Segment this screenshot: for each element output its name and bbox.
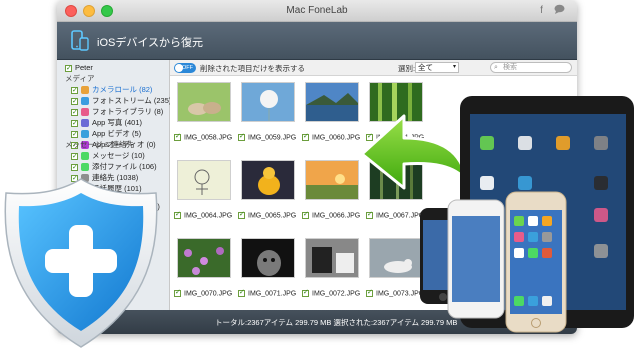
- photo-filename: IMG_0060.JPG: [312, 134, 361, 142]
- photo-thumbnail[interactable]: [241, 160, 295, 200]
- photo-thumbnail[interactable]: [177, 82, 231, 122]
- deleted-only-toggle[interactable]: OFF: [174, 63, 196, 73]
- messages-icon: [81, 152, 89, 161]
- photo-item[interactable]: IMG_0058.JPG: [174, 76, 234, 146]
- photo-caption: IMG_0059.JPG: [238, 132, 304, 142]
- photo-thumbnail[interactable]: [305, 160, 359, 200]
- photo-thumbnail[interactable]: [177, 160, 231, 200]
- device-checkbox[interactable]: [65, 63, 72, 75]
- chat-icon[interactable]: [553, 4, 566, 17]
- photo-checkbox[interactable]: [238, 210, 245, 219]
- filter-label: 選別:: [398, 64, 416, 73]
- photo-filename: IMG_0071.JPG: [248, 290, 297, 298]
- sidebar-item-label: カメラロール (82): [92, 85, 153, 94]
- app-video-icon: [81, 130, 89, 139]
- sidebar-item-label: 添付ファイル (106): [92, 162, 157, 171]
- photo-thumbnail[interactable]: [241, 82, 295, 122]
- photo-filename: IMG_0070.JPG: [184, 290, 233, 298]
- sidebar-item-label: メッセージ (10): [92, 151, 145, 160]
- photo-thumbnail[interactable]: [241, 238, 295, 278]
- photo-item[interactable]: IMG_0065.JPG: [238, 154, 298, 224]
- attachments-icon: [81, 163, 89, 172]
- photo-item[interactable]: IMG_0060.JPG: [302, 76, 362, 146]
- photo-checkbox[interactable]: [174, 288, 181, 297]
- photo-thumbnail[interactable]: [305, 82, 359, 122]
- photo-checkbox[interactable]: [238, 288, 245, 297]
- filter-select-value: 全て: [418, 63, 433, 72]
- photo-caption: IMG_0064.JPG: [174, 210, 240, 220]
- photo-filename: IMG_0072.JPG: [312, 290, 361, 298]
- device-name: Peter: [75, 63, 93, 72]
- search-placeholder: 検索: [503, 64, 517, 71]
- window-title: Mac FoneLab: [286, 5, 348, 16]
- sidebar-item-checkbox[interactable]: [71, 107, 78, 119]
- photo-thumbnail[interactable]: [177, 238, 231, 278]
- ios-devices-illustration: [420, 96, 634, 333]
- show-deleted-label: 削除された項目だけを表示する: [200, 64, 305, 73]
- chevron-down-icon: ▾: [452, 64, 456, 70]
- photo-checkbox[interactable]: [174, 210, 181, 219]
- photo-item[interactable]: IMG_0073.JPG: [366, 232, 426, 302]
- photo-filename: IMG_0067.JPG: [376, 212, 425, 220]
- photo-caption: IMG_0070.JPG: [174, 288, 240, 298]
- photo-filename: IMG_0064.JPG: [184, 212, 233, 220]
- sidebar-item-checkbox[interactable]: [71, 96, 78, 108]
- photo-caption: IMG_0066.JPG: [302, 210, 368, 220]
- facebook-icon[interactable]: f: [535, 4, 548, 17]
- search-input[interactable]: ⌕ 検索: [490, 62, 572, 73]
- photo-item[interactable]: IMG_0059.JPG: [238, 76, 298, 146]
- photo-caption: IMG_0058.JPG: [174, 132, 240, 142]
- photo-item[interactable]: IMG_0072.JPG: [302, 232, 362, 302]
- photo-caption: IMG_0065.JPG: [238, 210, 304, 220]
- camera-roll-icon: [81, 86, 89, 95]
- title-bar: Mac FoneLab f: [57, 0, 577, 22]
- photo-item[interactable]: IMG_0071.JPG: [238, 232, 298, 302]
- filter-select[interactable]: 全て ▾: [415, 62, 459, 73]
- promo-banner: Mac FoneLab f iOSデバイスから復元 Peter メディア カメラ…: [0, 0, 634, 351]
- photo-item[interactable]: IMG_0066.JPG: [302, 154, 362, 224]
- photo-filename: IMG_0066.JPG: [312, 212, 361, 220]
- photo-filename: IMG_0058.JPG: [184, 134, 233, 142]
- photo-checkbox[interactable]: [366, 210, 373, 219]
- photo-checkbox[interactable]: [366, 288, 373, 297]
- photo-thumbnail[interactable]: [369, 238, 423, 278]
- photo-item[interactable]: IMG_0070.JPG: [174, 232, 234, 302]
- app-photos-icon: [81, 119, 89, 128]
- sidebar-item-label: App 写真 (401): [92, 118, 143, 127]
- photo-checkbox[interactable]: [302, 288, 309, 297]
- sidebar-item-label: フォトストリーム (235): [92, 96, 172, 105]
- sidebar-item-checkbox[interactable]: [71, 118, 78, 130]
- photo-filename: IMG_0065.JPG: [248, 212, 297, 220]
- ios-device-icon: [71, 30, 89, 51]
- photo-caption: IMG_0071.JPG: [238, 288, 304, 298]
- sidebar-item-checkbox[interactable]: [71, 162, 78, 174]
- app-header: iOSデバイスから復元: [57, 22, 577, 60]
- photo-checkbox[interactable]: [174, 132, 181, 141]
- photo-thumbnail[interactable]: [305, 238, 359, 278]
- sidebar-item-checkbox[interactable]: [71, 151, 78, 163]
- photo-checkbox[interactable]: [238, 132, 245, 141]
- photo-item[interactable]: IMG_0064.JPG: [174, 154, 234, 224]
- page-title: iOSデバイスから復元: [97, 37, 204, 49]
- toolbar: OFF 削除された項目だけを表示する 選別: 全て ▾ ⌕ 検索: [170, 60, 577, 76]
- photo-caption: IMG_0072.JPG: [302, 288, 368, 298]
- photo-checkbox[interactable]: [302, 132, 309, 141]
- search-icon: ⌕: [494, 64, 498, 71]
- sidebar-item-label: App ビデオ (5): [92, 129, 142, 138]
- photo-checkbox[interactable]: [302, 210, 309, 219]
- sidebar-item-label: フォトライブラリ (8): [92, 107, 164, 116]
- photo-library-icon: [81, 108, 89, 117]
- sidebar-item-checkbox[interactable]: [71, 129, 78, 141]
- photo-filename: IMG_0059.JPG: [248, 134, 297, 142]
- photo-stream-icon: [81, 97, 89, 106]
- fonelab-shield-logo: [4, 178, 158, 348]
- sidebar-item-checkbox[interactable]: [71, 85, 78, 97]
- photo-filename: IMG_0073.JPG: [376, 290, 425, 298]
